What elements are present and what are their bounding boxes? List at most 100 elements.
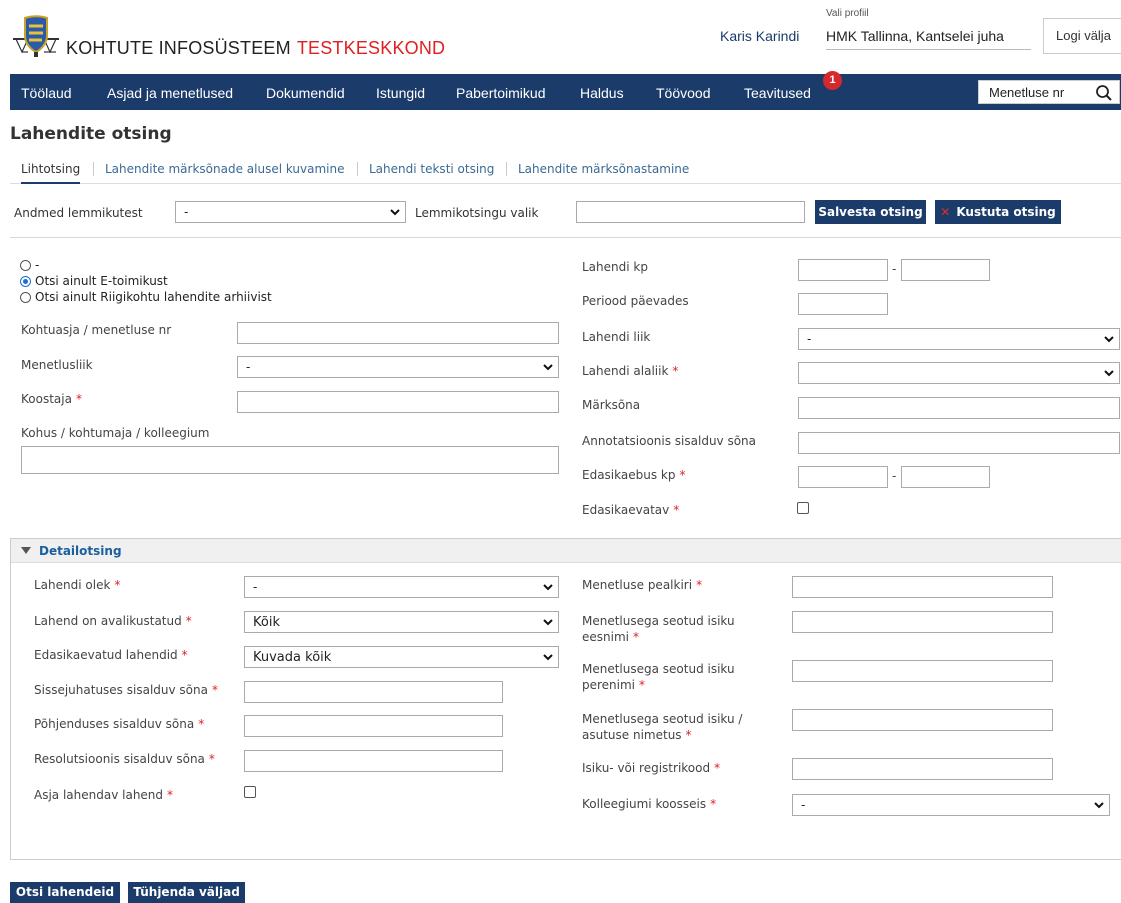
author-input[interactable] bbox=[237, 391, 559, 413]
last-name-label: Menetlusega seotud isiku perenimi * bbox=[582, 662, 735, 692]
last-name-input[interactable] bbox=[792, 660, 1053, 682]
chevron-down-icon bbox=[543, 654, 553, 661]
resolving-checkbox[interactable] bbox=[244, 786, 256, 798]
delete-search-button[interactable]: ✕ Kustuta otsing bbox=[935, 200, 1061, 224]
panel-composition-select[interactable]: - bbox=[792, 794, 1110, 816]
nav-item-istungid[interactable]: Istungid bbox=[376, 85, 425, 101]
panel-composition-label: Kolleegiumi koosseis * bbox=[582, 797, 717, 811]
radio-button[interactable] bbox=[20, 291, 31, 303]
court-label: Kohus / kohtumaja / kolleegium bbox=[21, 426, 210, 440]
favorites-select-value: - bbox=[184, 205, 189, 219]
nav-item-haldus[interactable]: Haldus bbox=[580, 85, 624, 101]
tab-markusonad-kuvamine[interactable]: Lahendite märksõnade alusel kuvamine bbox=[105, 162, 345, 176]
court-input[interactable] bbox=[21, 446, 559, 474]
decision-type-select[interactable]: - bbox=[798, 328, 1120, 350]
appealable-label: Edasikaevatav * bbox=[582, 503, 680, 517]
tab-separator bbox=[357, 162, 358, 176]
chevron-down-icon bbox=[1104, 370, 1114, 377]
period-label: Periood päevades bbox=[582, 294, 689, 308]
org-name-input[interactable] bbox=[792, 709, 1053, 731]
annotation-input[interactable] bbox=[798, 432, 1120, 454]
decision-type-label: Lahendi liik bbox=[582, 330, 651, 344]
radio-button-checked[interactable] bbox=[20, 275, 31, 287]
logout-button[interactable]: Logi välja bbox=[1043, 18, 1121, 54]
delete-search-label: Kustuta otsing bbox=[956, 205, 1056, 219]
close-icon: ✕ bbox=[940, 205, 951, 219]
org-name-label: Menetlusega seotud isiku / asutuse nimetu… bbox=[582, 712, 743, 742]
nav-item-toolaud[interactable]: Töölaud bbox=[21, 85, 72, 101]
radio-option-e-toimik[interactable]: Otsi ainult E-toimikust bbox=[20, 274, 168, 288]
favorites-select[interactable]: - bbox=[175, 201, 406, 223]
search-icon[interactable] bbox=[1095, 84, 1113, 102]
detail-search-title[interactable]: Detailotsing bbox=[39, 544, 122, 558]
collapse-triangle-icon[interactable] bbox=[21, 547, 31, 554]
appealed-label: Edasikaevatud lahendid * bbox=[34, 648, 188, 662]
published-label: Lahend on avalikustatud * bbox=[34, 614, 192, 628]
tab-teksti-otsing[interactable]: Lahendi teksti otsing bbox=[369, 162, 494, 176]
range-separator: - bbox=[892, 262, 897, 276]
page-title: Lahendite otsing bbox=[10, 124, 172, 144]
profile-select[interactable]: HMK Tallinna, Kantselei juha bbox=[826, 28, 1031, 50]
header: KOHTUTE INFOSÜSTEEM TESTKESKKOND Karis Ka… bbox=[0, 0, 1121, 68]
tab-separator bbox=[506, 162, 507, 176]
radio-label: Otsi ainult Riigikohtu lahendite arhiivi… bbox=[35, 290, 272, 304]
radio-button[interactable] bbox=[20, 259, 31, 271]
tab-lihtotsing[interactable]: Lihtotsing bbox=[21, 162, 81, 184]
period-input[interactable] bbox=[798, 293, 888, 315]
favorites-label: Andmed lemmikutest bbox=[14, 206, 143, 220]
save-search-button[interactable]: Salvesta otsing bbox=[815, 200, 926, 224]
app-title: KOHTUTE INFOSÜSTEEM TESTKESKKOND bbox=[66, 38, 446, 58]
appeal-date-to[interactable] bbox=[901, 466, 990, 488]
keyword-input[interactable] bbox=[798, 397, 1120, 419]
appealable-checkbox[interactable] bbox=[797, 502, 809, 514]
proc-type-label: Menetlusliik bbox=[21, 358, 93, 372]
favorite-choice-label: Lemmikotsingu valik bbox=[415, 206, 539, 220]
radio-option-riigikohus-archive[interactable]: Otsi ainult Riigikohtu lahendite arhiivi… bbox=[20, 290, 272, 304]
main-nav: Töölaud Asjad ja menetlused Dokumendid I… bbox=[10, 71, 1121, 110]
appealed-select[interactable]: Kuvada kõik bbox=[244, 646, 559, 668]
resolution-input[interactable] bbox=[244, 750, 503, 772]
tab-bar: Lihtotsing Lahendite märksõnade alusel k… bbox=[10, 154, 1121, 184]
nav-search-box[interactable]: Menetluse nr bbox=[978, 80, 1120, 104]
clear-fields-button[interactable]: Tühjenda väljad bbox=[128, 882, 245, 903]
nav-item-pabertoimikud[interactable]: Pabertoimikud bbox=[456, 85, 546, 101]
resolving-label: Asja lahendav lahend * bbox=[34, 788, 174, 802]
detail-search-header[interactable]: Detailotsing bbox=[11, 539, 1121, 563]
proc-type-select[interactable]: - bbox=[237, 356, 559, 378]
search-decisions-button[interactable]: Otsi lahendeid bbox=[10, 882, 120, 903]
divider bbox=[10, 237, 1121, 238]
range-separator: - bbox=[892, 469, 897, 483]
decision-date-to[interactable] bbox=[901, 259, 990, 281]
proc-type-value: - bbox=[246, 360, 251, 374]
status-select[interactable]: - bbox=[244, 576, 559, 598]
panel-composition-value: - bbox=[801, 798, 806, 812]
first-name-input[interactable] bbox=[792, 611, 1053, 633]
appeal-date-label: Edasikaebus kp * bbox=[582, 468, 686, 482]
nav-item-teavitused[interactable]: Teavitused bbox=[744, 85, 811, 101]
decision-date-from[interactable] bbox=[798, 259, 888, 281]
nav-search-input[interactable]: Menetluse nr bbox=[989, 85, 1064, 100]
chevron-down-icon bbox=[543, 619, 553, 626]
radio-label: - bbox=[35, 258, 40, 272]
registry-code-input[interactable] bbox=[792, 758, 1053, 780]
published-select[interactable]: Kõik bbox=[244, 611, 559, 633]
first-name-label: Menetlusega seotud isiku eesnimi * bbox=[582, 614, 735, 644]
proc-title-input[interactable] bbox=[792, 576, 1053, 598]
appeal-date-from[interactable] bbox=[798, 466, 888, 488]
radio-option-any[interactable]: - bbox=[20, 258, 39, 272]
tab-markusonastamine[interactable]: Lahendite märksõnastamine bbox=[518, 162, 689, 176]
user-name[interactable]: Karis Karindi bbox=[720, 28, 799, 44]
case-nr-label: Kohtuasja / menetluse nr bbox=[21, 323, 172, 337]
decision-subtype-select[interactable] bbox=[798, 362, 1120, 384]
resolution-label: Resolutsioonis sisalduv sõna * bbox=[34, 752, 215, 766]
radio-label: Otsi ainult E-toimikust bbox=[35, 274, 168, 288]
nav-item-dokumendid[interactable]: Dokumendid bbox=[266, 85, 345, 101]
case-nr-input[interactable] bbox=[237, 322, 559, 344]
intro-input[interactable] bbox=[244, 681, 503, 703]
decision-subtype-label: Lahendi alaliik * bbox=[582, 364, 679, 378]
reasoning-input[interactable] bbox=[244, 715, 503, 737]
chevron-down-icon bbox=[1094, 802, 1104, 809]
favorite-choice-input[interactable] bbox=[576, 201, 805, 223]
nav-item-asjad[interactable]: Asjad ja menetlused bbox=[107, 85, 233, 101]
nav-item-toovood[interactable]: Töövood bbox=[656, 85, 710, 101]
